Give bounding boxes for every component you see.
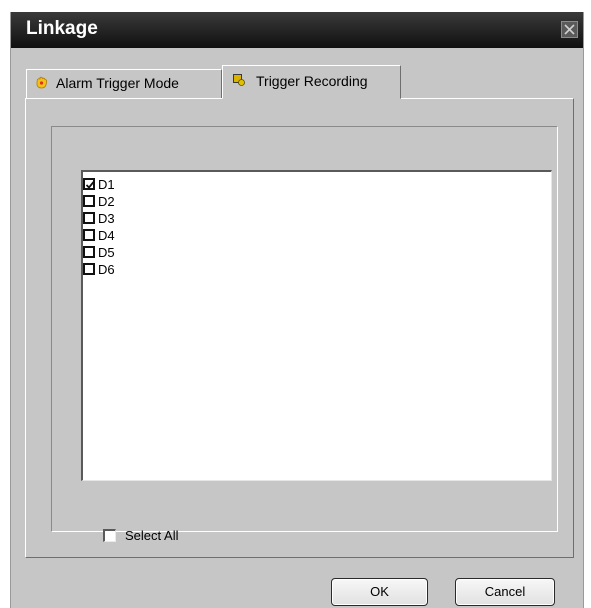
channel-checkbox[interactable]: [83, 195, 95, 207]
channel-label: D2: [98, 194, 115, 209]
channel-label: D5: [98, 245, 115, 260]
close-icon: [564, 24, 575, 35]
channel-item-d1[interactable]: D1: [83, 176, 283, 193]
channel-item-d3[interactable]: D3: [83, 210, 283, 227]
channel-checkbox[interactable]: [83, 178, 95, 190]
channel-label: D6: [98, 262, 115, 277]
channel-label: D1: [98, 177, 115, 192]
checkmark-icon: [85, 181, 95, 189]
tab-label: Alarm Trigger Mode: [56, 75, 179, 91]
channel-group-box: D1 D2 D3 D4 D5 D6 Select All: [51, 126, 558, 543]
tab-alarm-trigger-mode[interactable]: Alarm Trigger Mode: [26, 69, 222, 98]
channel-label: D4: [98, 228, 115, 243]
ok-button[interactable]: OK: [331, 578, 428, 606]
select-all-checkbox[interactable]: Select All: [103, 528, 223, 544]
channel-checkbox[interactable]: [83, 229, 95, 241]
cancel-button[interactable]: Cancel: [455, 578, 555, 606]
select-all-label: Select All: [125, 528, 179, 543]
channel-item-d4[interactable]: D4: [83, 227, 283, 244]
window-title: Linkage: [26, 18, 98, 39]
channel-checkbox[interactable]: [83, 212, 95, 224]
channel-list[interactable]: D1 D2 D3 D4 D5 D6: [81, 170, 552, 481]
tab-trigger-recording[interactable]: Trigger Recording: [222, 65, 401, 99]
title-bar[interactable]: Linkage: [11, 12, 583, 48]
select-all-box[interactable]: [103, 529, 116, 542]
linkage-dialog: Linkage Alarm Trigger Mode Trigger Recor…: [10, 12, 584, 608]
alarm-hand-icon: [36, 76, 47, 89]
trigger-recording-panel: D1 D2 D3 D4 D5 D6 Select All: [25, 98, 574, 558]
channel-label: D3: [98, 211, 115, 226]
close-button[interactable]: [561, 21, 578, 38]
channel-checkbox[interactable]: [83, 263, 95, 275]
record-icon: [233, 74, 245, 86]
tab-label: Trigger Recording: [256, 73, 368, 89]
channel-checkbox[interactable]: [83, 246, 95, 258]
channel-item-d5[interactable]: D5: [83, 244, 283, 261]
channel-item-d6[interactable]: D6: [83, 261, 283, 278]
channel-item-d2[interactable]: D2: [83, 193, 283, 210]
